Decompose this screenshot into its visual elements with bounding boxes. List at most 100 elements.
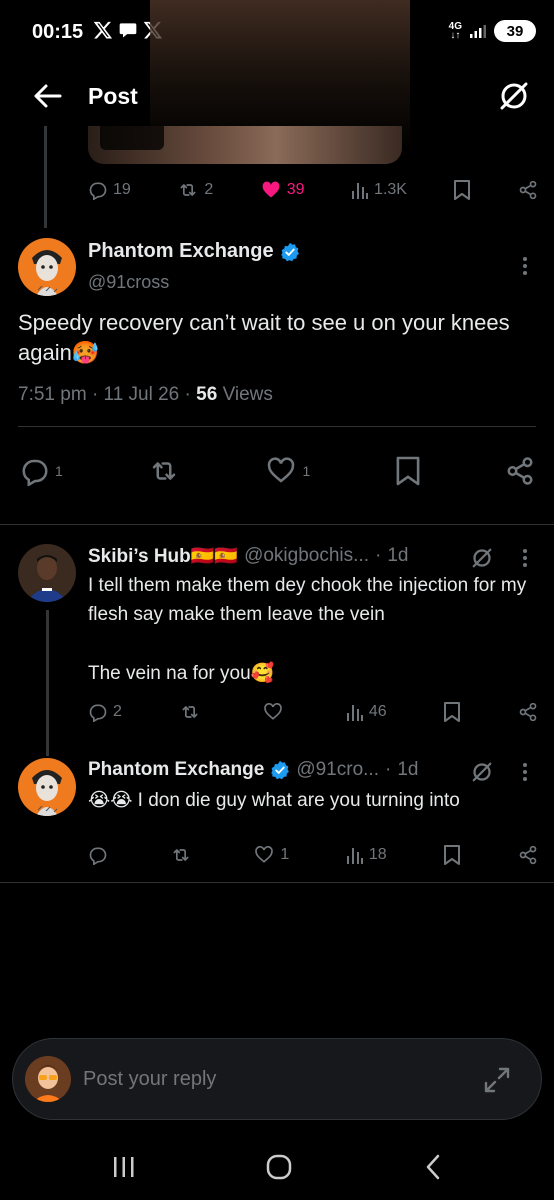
verified-badge-icon — [280, 242, 299, 261]
reply-button[interactable]: 2 — [88, 702, 122, 722]
verified-badge-icon — [271, 760, 290, 780]
recent-apps-icon[interactable] — [112, 1156, 136, 1178]
x-logo-icon — [93, 21, 113, 39]
reply-author-name[interactable]: Skibi’s Hub🇪🇸🇪🇸 — [88, 544, 238, 568]
analytics-icon — [352, 183, 369, 199]
reply-author-row: Phantom Exchange @91cro... · 1d — [88, 759, 419, 781]
reply-input[interactable]: Post your reply — [83, 1068, 216, 1091]
grok-icon[interactable] — [470, 546, 494, 570]
repost-button[interactable] — [170, 845, 197, 865]
bookmark-icon[interactable] — [443, 702, 461, 722]
reply-icon — [22, 459, 48, 486]
like-button[interactable]: 39 — [260, 180, 305, 200]
reply-author-handle[interactable]: @okigbochis... — [244, 545, 369, 567]
avatar[interactable] — [18, 544, 76, 602]
post-text: Speedy recovery can’t wait to see u on y… — [18, 310, 510, 365]
bookmark-icon[interactable] — [453, 180, 471, 200]
reply-button[interactable] — [88, 845, 113, 865]
reply-actions: 1 18 — [88, 845, 538, 865]
analytics-icon — [346, 848, 363, 864]
top-app-bar: Post — [0, 64, 554, 126]
thread-line — [46, 610, 49, 756]
author-name[interactable]: Phantom Exchange — [88, 240, 274, 263]
like-button[interactable] — [262, 702, 289, 722]
divider — [18, 426, 536, 427]
battery-indicator: 39 — [494, 20, 536, 42]
author-handle[interactable]: @91cross — [88, 272, 169, 293]
avatar — [25, 1056, 71, 1102]
more-options-icon[interactable] — [522, 256, 528, 276]
share-icon[interactable] — [505, 456, 535, 486]
reply-author-row: Skibi’s Hub🇪🇸🇪🇸 @okigbochis... · 1d — [88, 544, 409, 568]
repost-icon — [180, 184, 196, 196]
back-arrow-icon[interactable] — [32, 82, 62, 110]
status-time: 00:15 — [32, 21, 84, 43]
video-duration-badge — [100, 126, 164, 150]
share-icon[interactable] — [518, 845, 538, 865]
heart-icon — [264, 703, 282, 720]
heart-icon — [255, 846, 274, 863]
network-indicator: 4G ↓↑ — [448, 21, 462, 41]
bookmark-icon[interactable] — [443, 845, 461, 865]
reply-text: 😭😭 I don die guy what are you turning in… — [88, 790, 460, 811]
grok-icon[interactable] — [470, 760, 494, 784]
system-indicators: 4G ↓↑ 39 — [449, 20, 536, 42]
heart-icon — [268, 457, 295, 483]
page-title: Post — [88, 83, 138, 109]
avatar-phantom-exchange — [18, 238, 76, 296]
reply-age: 1d — [397, 759, 419, 780]
views-button[interactable]: 18 — [346, 846, 387, 864]
like-button[interactable]: 1 — [265, 456, 310, 486]
post-meta: 7:51 pm · 11 Jul 26 · 56 Views — [18, 384, 273, 405]
repost-icon — [173, 849, 189, 861]
heart-filled-icon — [262, 181, 280, 198]
reply-icon — [89, 847, 107, 865]
main-post-actions: 1 1 — [20, 455, 535, 487]
reply-composer[interactable]: Post your reply — [12, 1038, 542, 1120]
repost-button[interactable] — [179, 702, 206, 722]
reply-button[interactable]: 19 — [88, 180, 131, 200]
like-button[interactable]: 1 — [253, 845, 289, 865]
reply-author-handle[interactable]: @91cro... — [296, 759, 379, 781]
views-button[interactable]: 46 — [346, 703, 387, 721]
divider — [0, 524, 554, 525]
reply-text: I tell them make them dey chook the inje… — [88, 575, 527, 625]
x-logo-icon — [143, 21, 163, 39]
grok-icon[interactable] — [498, 80, 530, 112]
avatar-skibis-hub — [18, 544, 76, 602]
views-label: Views — [222, 384, 273, 405]
signal-icon — [470, 25, 486, 38]
views-button[interactable]: 1.3K — [351, 181, 407, 199]
more-options-icon[interactable] — [522, 762, 528, 782]
more-options-icon[interactable] — [522, 548, 528, 568]
reply-age: 1d — [387, 545, 409, 566]
reply-actions: 2 46 — [88, 702, 538, 722]
share-icon[interactable] — [518, 702, 538, 722]
reply-button[interactable]: 1 — [20, 456, 63, 486]
divider — [0, 882, 554, 883]
avatar-phantom-exchange — [18, 758, 76, 816]
expand-icon[interactable] — [483, 1066, 511, 1094]
avatar-current-user — [25, 1056, 71, 1102]
views-count[interactable]: 56 — [196, 384, 217, 405]
post-date: 11 Jul 26 — [103, 384, 180, 405]
reply-text: The vein na for you🥰 — [88, 663, 275, 684]
parent-post-actions: 19 2 39 1.3K — [88, 180, 538, 200]
avatar[interactable] — [18, 758, 76, 816]
share-icon[interactable] — [518, 180, 538, 200]
reply-icon — [89, 704, 107, 722]
bookmark-icon[interactable] — [395, 455, 421, 487]
thread-line — [44, 126, 47, 228]
home-icon[interactable] — [266, 1154, 292, 1180]
repost-button[interactable]: 2 — [177, 180, 213, 200]
parent-post-video[interactable] — [88, 126, 402, 164]
post-time: 7:51 pm — [18, 384, 87, 405]
status-bar: 00:15 4G ↓↑ 39 — [0, 0, 554, 64]
chat-bubble-icon — [119, 23, 137, 38]
reply-author-name[interactable]: Phantom Exchange — [88, 759, 264, 781]
back-nav-icon[interactable] — [424, 1154, 442, 1180]
repost-icon — [182, 706, 198, 718]
repost-icon[interactable] — [147, 456, 181, 486]
author-name-row: Phantom Exchange — [88, 240, 300, 263]
avatar[interactable] — [18, 238, 76, 296]
